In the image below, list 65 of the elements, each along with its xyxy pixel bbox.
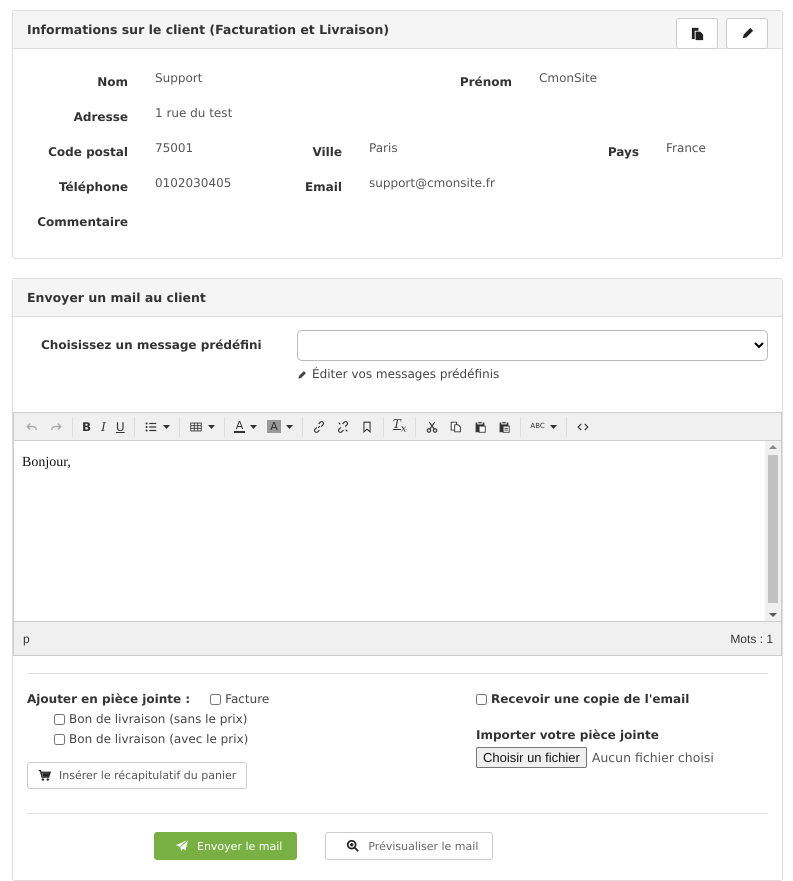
copy-icon [449, 420, 464, 434]
checkbox-label[interactable]: Bon de livraison (avec le prix) [69, 732, 248, 746]
copy-button[interactable] [676, 18, 718, 49]
checkbox[interactable] [476, 694, 487, 704]
field-label: Ville [311, 144, 342, 161]
editor-content[interactable]: Bonjour, [14, 441, 765, 621]
cart-icon [38, 769, 51, 782]
field-value: support@cmonsite.fr [369, 176, 496, 192]
broken-link-icon [336, 420, 350, 434]
field-value: 1 rue du test [155, 106, 234, 122]
field-label: Téléphone [58, 179, 128, 196]
field-value: France [666, 141, 707, 157]
checkbox[interactable] [210, 694, 222, 704]
list-icon [144, 420, 158, 434]
caret-icon [208, 424, 215, 428]
field-label: Pays [606, 144, 639, 161]
caret-icon [250, 424, 258, 428]
bold-button[interactable]: B [77, 416, 96, 438]
forecolor-button[interactable]: A [228, 416, 262, 438]
caret-icon [286, 424, 293, 428]
field-value: 0102030405 [155, 176, 232, 192]
table-icon [188, 420, 203, 434]
field-value: Support [155, 71, 204, 87]
element-path: p [23, 632, 30, 646]
field-value: Paris [369, 141, 399, 157]
attachment-label: Ajouter en pièce jointe : [27, 692, 190, 706]
field-value: 75001 [155, 141, 194, 157]
caret-icon [550, 424, 557, 428]
word-count: Mots : 1 [730, 632, 773, 646]
pencil-icon [297, 368, 308, 380]
italic-button[interactable]: I [96, 416, 111, 438]
field-label: Code postal [47, 144, 128, 161]
preview-mail-button[interactable]: Prévisualiser le mail [325, 832, 494, 860]
field-label: Email [304, 179, 342, 196]
checkbox-label[interactable]: Recevoir une copie de l'email [491, 692, 690, 706]
checkbox-label[interactable]: Facture [225, 692, 270, 706]
field-label: Choisissez un message prédéfini [41, 337, 263, 352]
scrollbar[interactable] [765, 441, 781, 621]
field-label: Prénom [458, 74, 512, 91]
insert-cart-summary-button[interactable]: Insérer le récapitulatif du panier [27, 762, 248, 789]
copy-icon [690, 26, 704, 41]
field-label: Adresse [72, 109, 128, 126]
checkbox[interactable] [54, 714, 65, 724]
clipboard-icon [497, 420, 512, 434]
edit-presets-link[interactable]: Éditer vos messages prédéfinis [297, 367, 768, 381]
card-title: Informations sur le client (Facturation et Livraison) [27, 22, 390, 37]
upload-label: Importer votre pièce jointe [476, 728, 660, 742]
edit-button[interactable] [726, 18, 768, 49]
scissors-icon [425, 420, 440, 434]
removeformat-button[interactable]: T$_{x}$ [388, 416, 412, 438]
choose-file-button[interactable]: Choisir un fichier [476, 747, 587, 768]
field-label: Nom [96, 74, 128, 91]
field-label: Commentaire [36, 214, 128, 231]
clipboard-icon [473, 420, 488, 434]
backcolor-button[interactable]: A [262, 416, 298, 438]
underline-button[interactable]: U [110, 416, 130, 438]
send-icon [175, 839, 189, 853]
checkbox[interactable] [54, 734, 65, 744]
zoom-in-icon [346, 839, 360, 853]
file-status: Aucun fichier choisi [592, 750, 714, 765]
card-title: Envoyer un mail au client [27, 290, 207, 305]
checkbox-label[interactable]: Bon de livraison (sans le prix) [69, 712, 248, 726]
link-icon [312, 420, 326, 434]
caret-icon [162, 424, 170, 428]
field-value: CmonSite [539, 71, 598, 87]
